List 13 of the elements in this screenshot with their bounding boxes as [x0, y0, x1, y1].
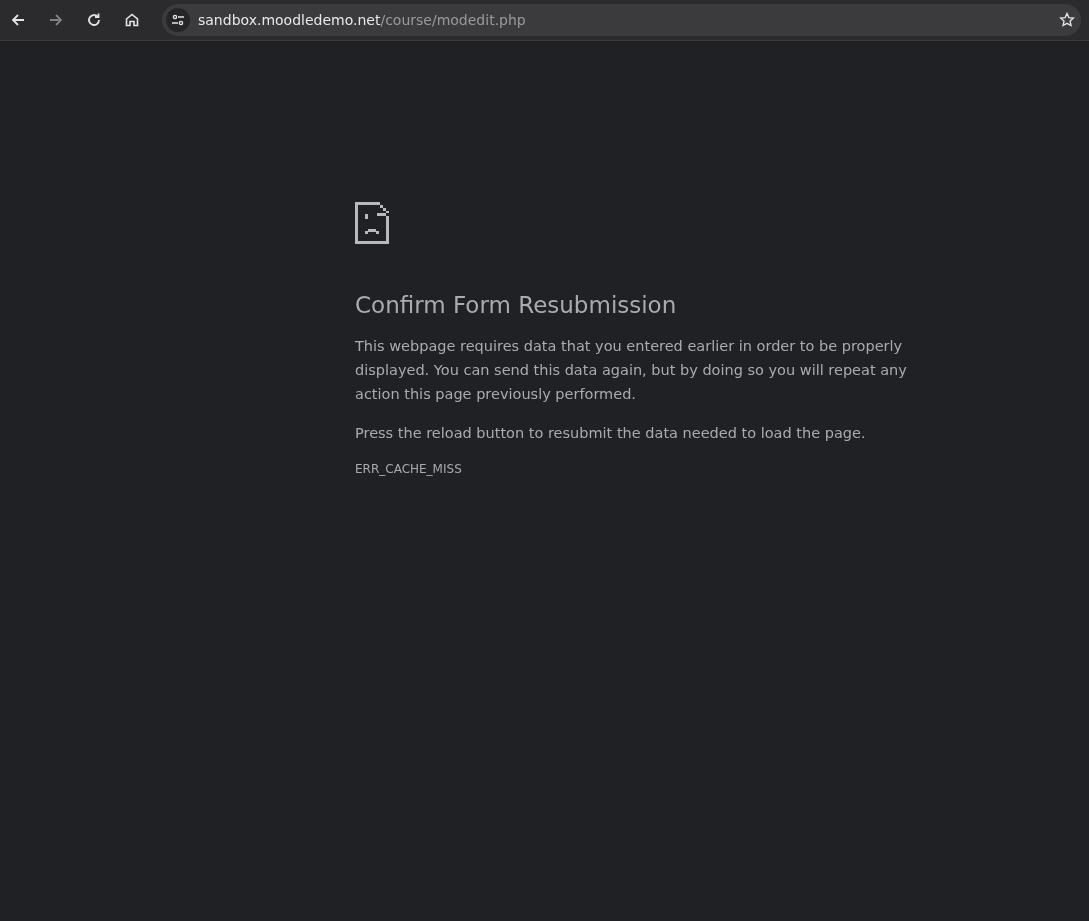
error-message: Press the reload button to resubmit the data needed to load the page. [355, 424, 867, 443]
home-icon [124, 12, 140, 28]
address-bar[interactable]: sandbox.moodledemo.net/course/modedit.php [162, 4, 1081, 36]
site-settings-icon[interactable] [166, 8, 190, 32]
forward-arrow-icon [48, 12, 64, 28]
error-title: Confirm Form Resubmission [355, 291, 678, 320]
error-code: ERR_CACHE_MISS [355, 461, 463, 478]
reload-icon [86, 12, 102, 28]
url-text: sandbox.moodledemo.net/course/modedit.php [198, 10, 526, 30]
back-arrow-icon [10, 12, 26, 28]
sad-page-icon [355, 202, 389, 244]
error-message: This webpage requires data that you entered earlier in order to be properly displayed. You can send this data again, but by doing so you will repeat any action this page previously performed. [355, 337, 908, 404]
bookmark-star-icon[interactable] [1059, 12, 1075, 28]
